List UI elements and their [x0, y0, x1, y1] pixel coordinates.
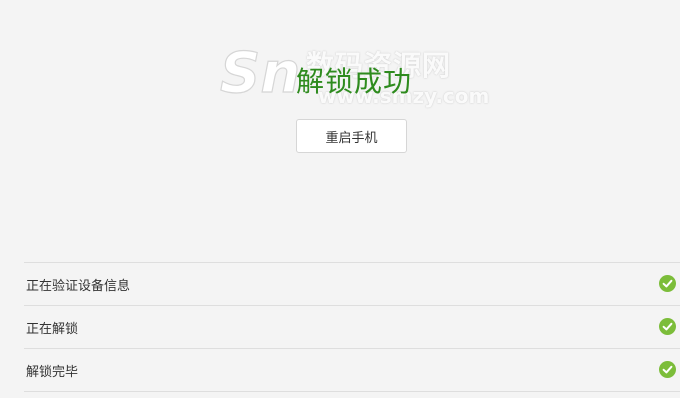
unlock-result-page: Sn 数码资源网 www.smzy.com 解锁成功 重启手机 正在验证设备信息…	[0, 0, 680, 398]
step-row-unlocking: 正在解锁	[24, 306, 680, 349]
restart-phone-button[interactable]: 重启手机	[296, 119, 407, 153]
check-circle-icon	[659, 318, 676, 335]
step-row-verify: 正在验证设备信息	[24, 263, 680, 306]
watermark-logo-text: Sn	[220, 42, 300, 104]
step-label: 正在解锁	[26, 321, 79, 337]
check-circle-icon	[659, 361, 676, 378]
restart-phone-button-label: 重启手机	[325, 130, 378, 146]
step-label: 解锁完毕	[26, 364, 79, 380]
step-label: 正在验证设备信息	[26, 278, 131, 294]
check-circle-icon	[659, 275, 676, 292]
watermark-logo-icon: Sn	[219, 42, 300, 104]
unlock-success-title: 解锁成功	[296, 65, 413, 98]
step-row-complete: 解锁完毕	[24, 349, 680, 392]
unlock-steps-list: 正在验证设备信息 正在解锁 解锁完毕	[24, 262, 680, 392]
